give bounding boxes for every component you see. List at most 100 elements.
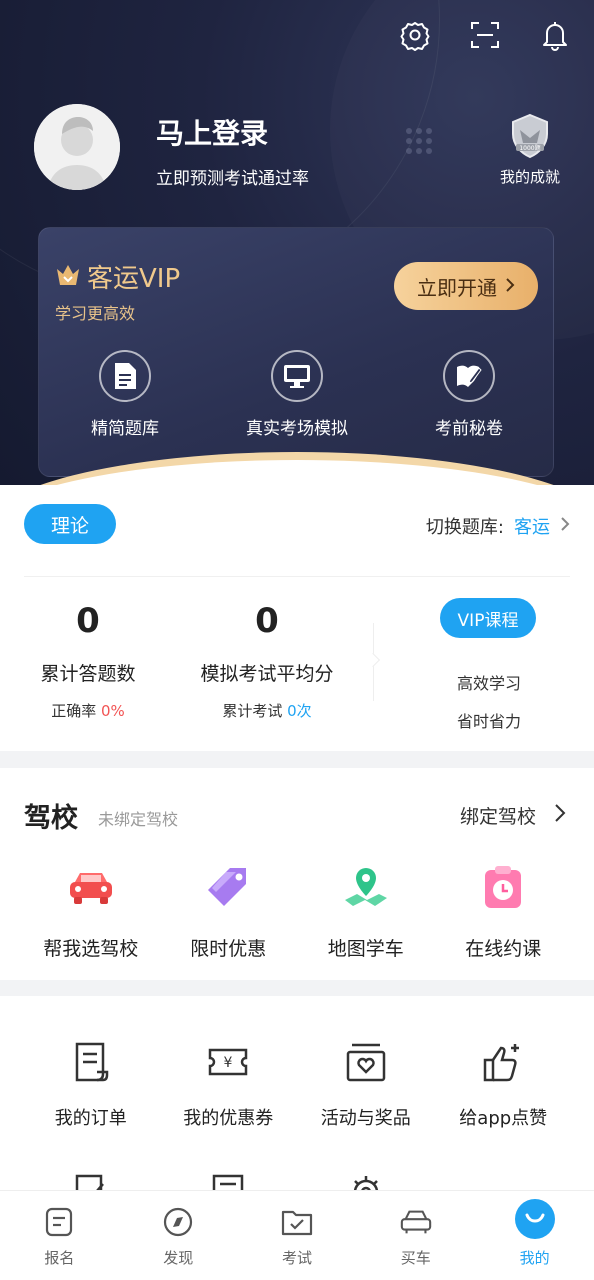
avatar[interactable]: [34, 104, 120, 190]
service-label: 给app点赞: [459, 1108, 548, 1129]
scan-icon[interactable]: [468, 18, 502, 52]
car-icon: [63, 860, 119, 916]
map-pin-icon: [338, 860, 394, 916]
tab-signup[interactable]: 报名: [0, 1191, 119, 1280]
school-shortcuts: 帮我选驾校 限时优惠 地图学车 在线约课: [0, 860, 594, 961]
top-toolbar: [398, 18, 572, 52]
exam-count-label: 累计考试: [222, 702, 283, 720]
exam-folder-icon: [280, 1205, 314, 1239]
bind-school-label: 绑定驾校: [459, 806, 536, 828]
tab-label: 买车: [400, 1249, 431, 1267]
vip-course-slogan: 高效学习 省时省力: [420, 665, 558, 741]
map-learn-item[interactable]: 地图学车: [297, 860, 435, 961]
school-subtitle: 未绑定驾校: [98, 810, 179, 829]
achievement-badge-icon: 1000题: [506, 112, 554, 160]
accuracy-label: 正确率: [51, 702, 97, 720]
my-coupons-item[interactable]: ¥ 我的优惠券: [160, 1038, 298, 1130]
exam-count-value: 0次: [287, 702, 312, 720]
vip-crown-icon: [55, 263, 81, 291]
vip-title: 客运VIP: [55, 258, 180, 295]
vip-slogan-line: 省时省力: [456, 712, 521, 731]
my-orders-item[interactable]: 我的订单: [22, 1038, 160, 1130]
shortcut-label: 地图学车: [327, 938, 404, 960]
tag-icon: [200, 860, 256, 916]
signup-icon: [42, 1205, 76, 1239]
divider-arrow: [365, 652, 381, 668]
theory-tab[interactable]: 理论: [24, 504, 116, 544]
answered-count-stat[interactable]: 0 累计答题数 正确率 0%: [28, 601, 148, 721]
coupon-icon: ¥: [204, 1038, 252, 1086]
limited-offer-item[interactable]: 限时优惠: [160, 860, 298, 961]
services-row: 我的订单 ¥ 我的优惠券 活动与奖品 给app点赞: [0, 1038, 594, 1130]
tab-me[interactable]: 我的: [475, 1191, 594, 1280]
settings-gear-icon[interactable]: [398, 18, 432, 52]
vip-open-button-label: 立即开通: [417, 275, 497, 300]
switch-label: 切换题库:: [425, 517, 504, 538]
vip-feature-question-bank[interactable]: 精简题库: [39, 350, 211, 439]
accuracy-value: 0%: [101, 702, 125, 720]
chevron-right-icon: [560, 516, 570, 537]
online-booking-item[interactable]: 在线约课: [435, 860, 573, 961]
book-pen-icon: [443, 350, 495, 402]
tab-exam[interactable]: 考试: [238, 1191, 357, 1280]
login-subtitle: 立即预测考试通过率: [156, 169, 309, 189]
vip-feature-label: 精简题库: [91, 419, 159, 439]
activities-item[interactable]: 活动与奖品: [297, 1038, 435, 1130]
chevron-right-icon: [505, 274, 515, 298]
notification-bell-icon[interactable]: [538, 18, 572, 52]
vip-card: 客运VIP 学习更高效 立即开通 精简题库 真实考场模拟 考前秘卷: [38, 227, 554, 477]
answered-count: 0: [76, 601, 100, 641]
switch-value: 客运: [514, 517, 550, 538]
bottom-tab-bar: 报名 发现 考试 买车 我的: [0, 1190, 594, 1280]
answered-label: 累计答题数: [40, 663, 136, 685]
school-title: 驾校: [24, 803, 78, 834]
service-label: 活动与奖品: [320, 1108, 411, 1129]
me-smile-icon: [514, 1199, 555, 1239]
chevron-right-icon: [554, 803, 566, 828]
driving-school-section: 驾校 未绑定驾校 绑定驾校 帮我选驾校 限时优惠 地图学车 在线约课: [0, 768, 594, 980]
tab-label: 我的: [519, 1249, 550, 1267]
rate-app-item[interactable]: 给app点赞: [435, 1038, 573, 1130]
vip-slogan-line: 高效学习: [456, 674, 521, 693]
exam-count-line: 累计考试 0次: [192, 700, 342, 721]
clock-clipboard-icon: [475, 860, 531, 916]
vip-feature-label: 考前秘卷: [435, 419, 503, 439]
gift-box-icon: [342, 1038, 390, 1086]
divider: [24, 576, 570, 577]
tab-label: 考试: [281, 1249, 312, 1267]
compass-icon: [161, 1205, 195, 1239]
decorative-dots: [406, 128, 432, 154]
thumbs-up-icon: [479, 1038, 527, 1086]
tab-label: 发现: [163, 1249, 194, 1267]
shortcut-label: 限时优惠: [190, 938, 267, 960]
vip-feature-secret-paper[interactable]: 考前秘卷: [383, 350, 555, 439]
order-icon: [67, 1038, 115, 1086]
vip-open-button[interactable]: 立即开通: [394, 262, 538, 310]
login-title[interactable]: 马上登录: [156, 112, 268, 152]
car-outline-icon: [399, 1205, 433, 1239]
service-label: 我的订单: [54, 1108, 127, 1129]
avg-score-stat[interactable]: 0 模拟考试平均分 累计考试 0次: [192, 601, 342, 721]
vip-course-button[interactable]: VIP课程: [440, 598, 536, 638]
svg-text:1000题: 1000题: [519, 145, 540, 152]
monitor-icon: [271, 350, 323, 402]
bind-school-link[interactable]: 绑定驾校: [460, 802, 566, 829]
switch-question-bank[interactable]: 切换题库: 客运: [426, 513, 570, 539]
avg-score: 0: [255, 601, 279, 641]
tab-discover[interactable]: 发现: [119, 1191, 238, 1280]
svg-text:¥: ¥: [224, 1055, 233, 1071]
vip-title-text: 客运VIP: [87, 264, 181, 294]
vip-feature-exam-sim[interactable]: 真实考场模拟: [211, 350, 383, 439]
tab-buy-car[interactable]: 买车: [356, 1191, 475, 1280]
achievement-label: 我的成就: [499, 168, 560, 186]
shortcut-label: 在线约课: [465, 938, 542, 960]
tab-label: 报名: [44, 1249, 75, 1267]
achievement-entry[interactable]: 1000题 我的成就: [498, 112, 562, 187]
shortcut-label: 帮我选驾校: [43, 938, 139, 960]
document-icon: [99, 350, 151, 402]
vip-features: 精简题库 真实考场模拟 考前秘卷: [39, 350, 555, 439]
vip-feature-label: 真实考场模拟: [246, 419, 348, 439]
profile-header: 马上登录 立即预测考试通过率 1000题 我的成就 客运VIP 学习更高效 立即…: [0, 0, 594, 485]
study-stats-section: 理论 切换题库: 客运 0 累计答题数 正确率 0% 0 模拟考试平均分 累计考…: [0, 485, 594, 751]
choose-school-item[interactable]: 帮我选驾校: [22, 860, 160, 961]
